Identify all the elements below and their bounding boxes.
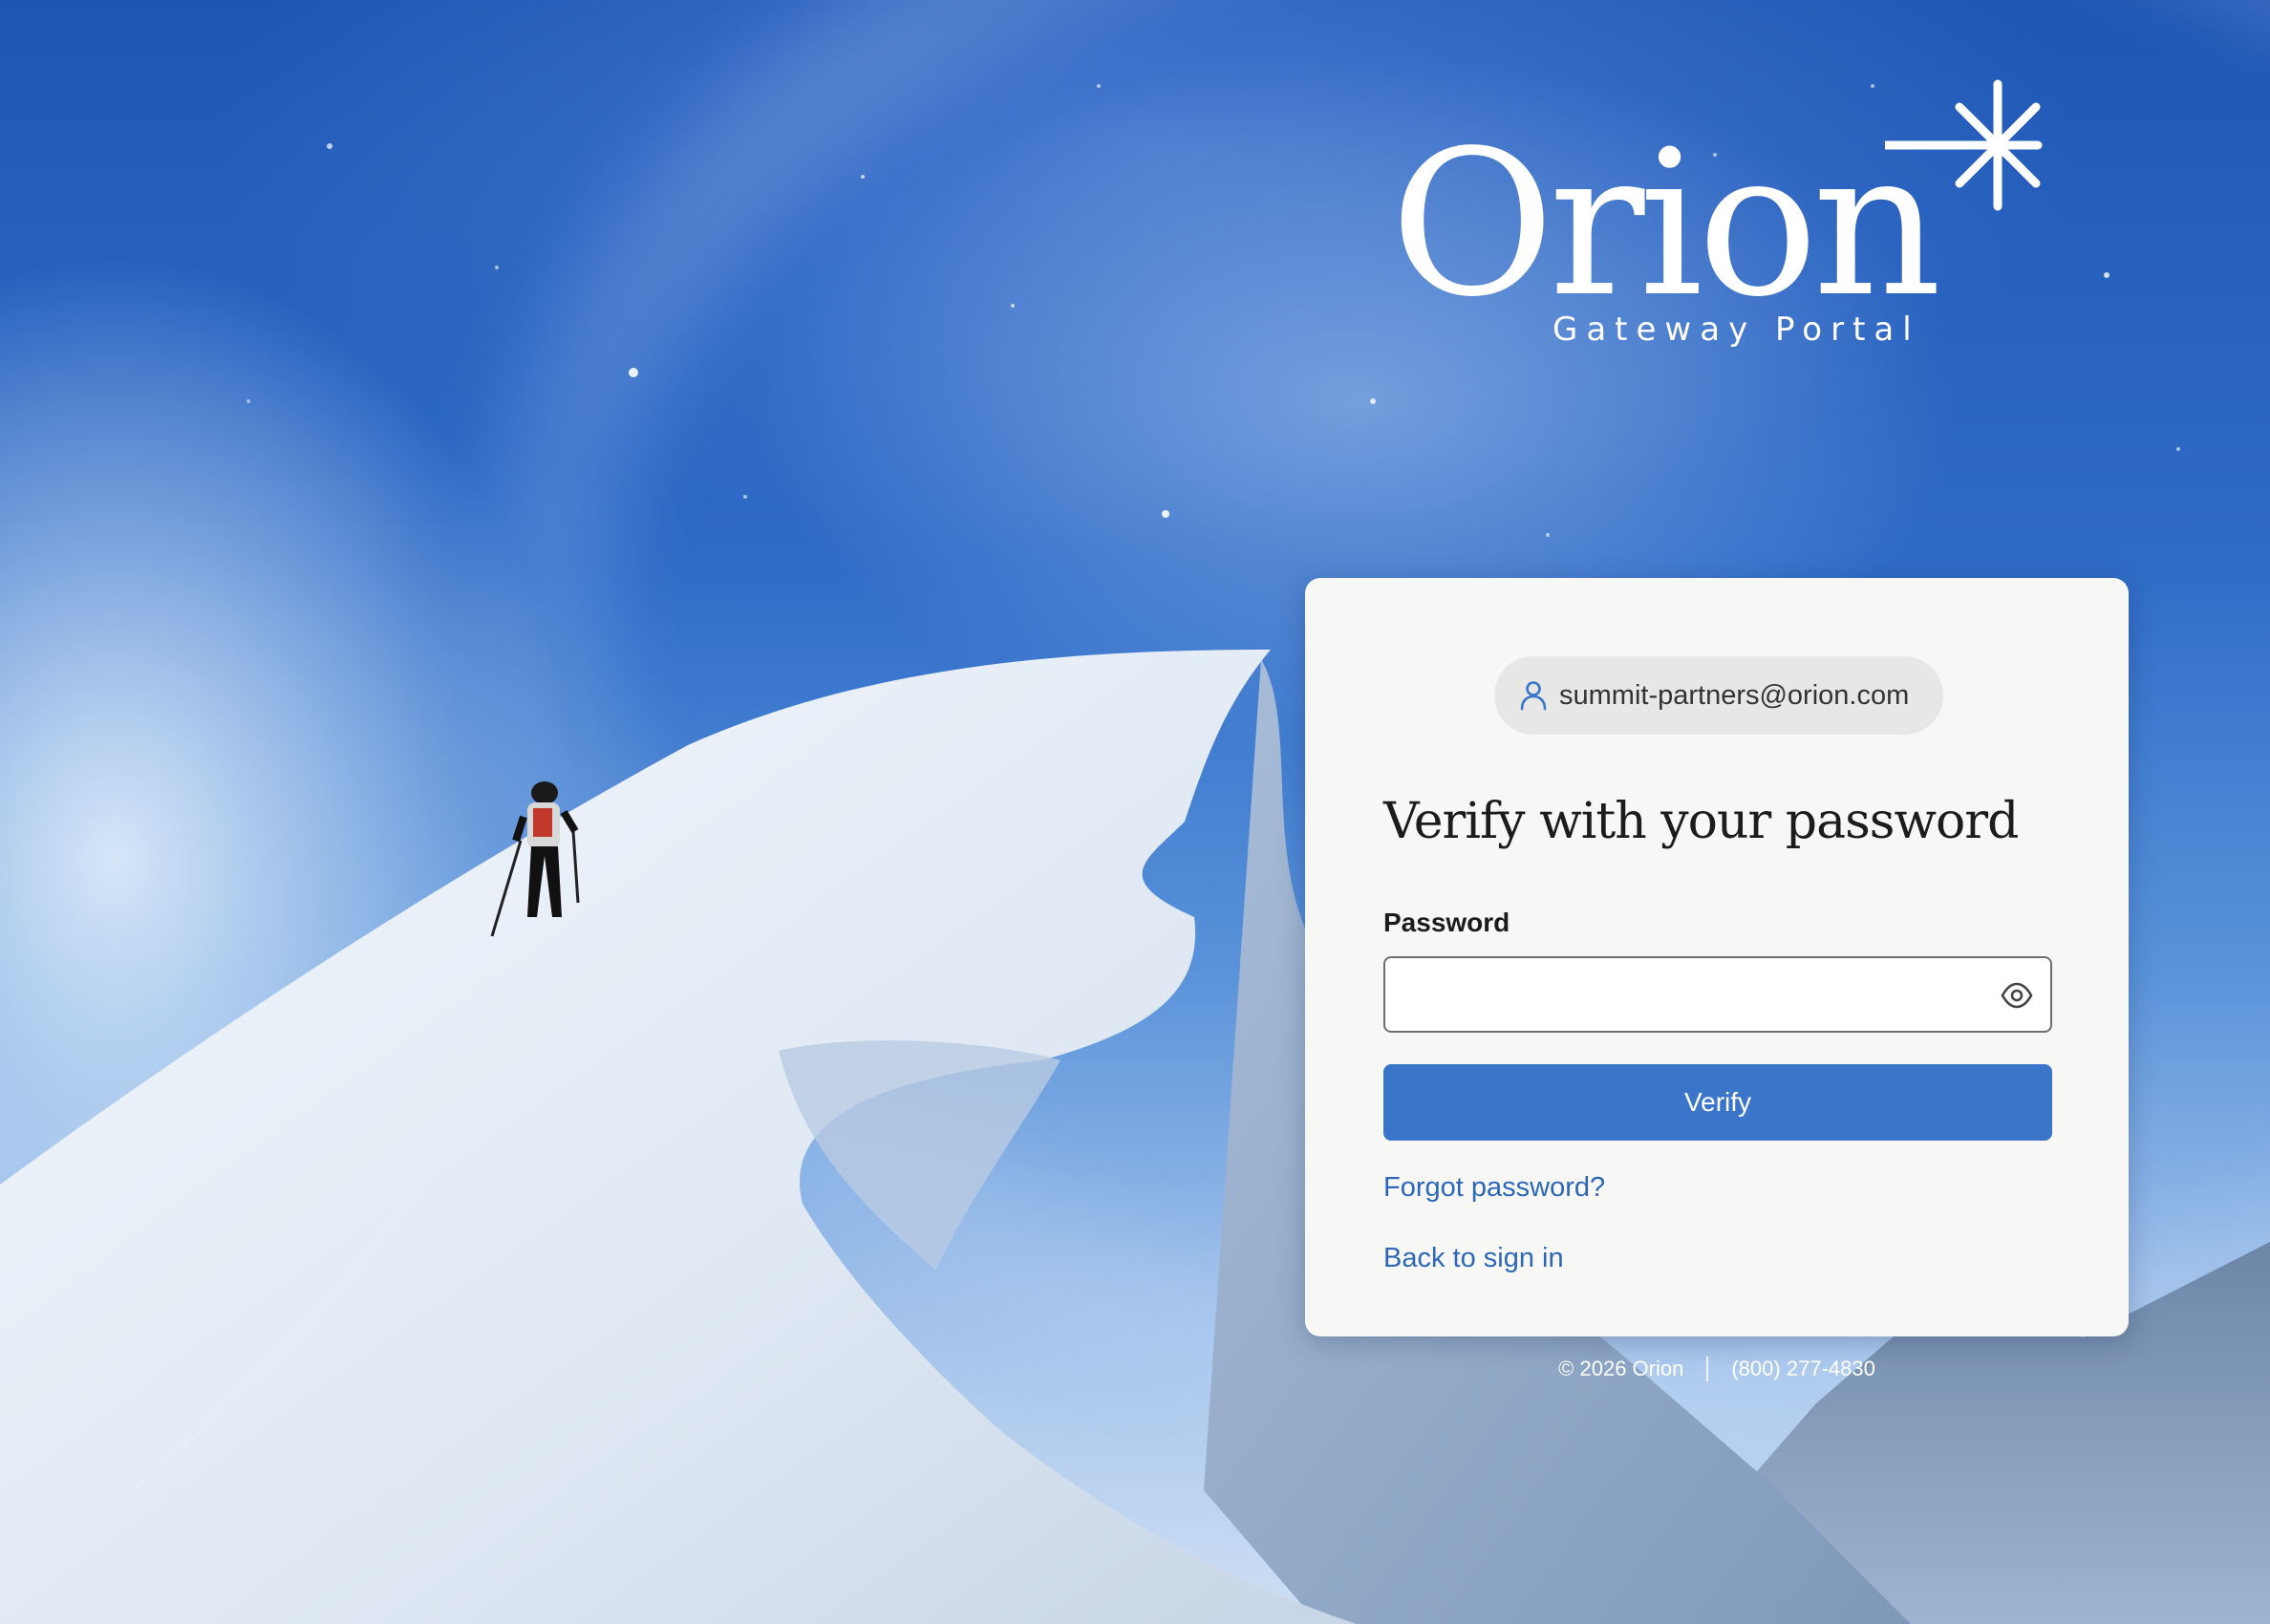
user-identifier-pill: summit-partners@orion.com — [1494, 656, 1943, 735]
brand-logo: Orion Gateway Portal — [1390, 67, 2059, 373]
password-field-wrapper — [1383, 956, 2052, 1033]
brand-subtitle: Gateway Portal — [1553, 310, 1920, 349]
sparkle-star-icon — [1885, 79, 2043, 211]
footer-divider — [1706, 1357, 1709, 1381]
password-input[interactable] — [1385, 958, 1997, 1031]
verify-button[interactable]: Verify — [1383, 1064, 2052, 1141]
forgot-password-link[interactable]: Forgot password? — [1383, 1172, 1605, 1204]
eye-icon[interactable] — [2001, 981, 2033, 1010]
page-title: Verify with your password — [1383, 793, 2019, 850]
support-phone: (800) 277-4830 — [1731, 1357, 1875, 1380]
brand-name: Orion — [1390, 107, 1941, 341]
verify-card: summit-partners@orion.com Verify with yo… — [1305, 578, 2129, 1336]
user-email: summit-partners@orion.com — [1559, 679, 1910, 711]
page-footer: © 2026 Orion (800) 277-4830 — [1305, 1357, 2129, 1381]
copyright-text: © 2026 Orion — [1558, 1357, 1684, 1380]
password-label: Password — [1383, 908, 1510, 937]
back-to-sign-in-link[interactable]: Back to sign in — [1383, 1243, 1564, 1274]
user-icon — [1520, 681, 1547, 711]
